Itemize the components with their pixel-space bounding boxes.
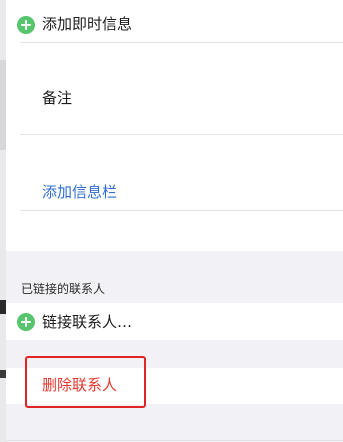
bottom-divider xyxy=(6,440,343,441)
linked-contacts-section-header: 已链接的联系人 xyxy=(6,251,343,303)
notes-row[interactable]: 备注 xyxy=(6,43,343,134)
add-instant-message-label: 添加即时信息 xyxy=(42,15,133,33)
link-contact-row[interactable]: 链接联系人… xyxy=(6,303,343,340)
bottom-group-background xyxy=(6,404,343,442)
add-green-plus-icon[interactable] xyxy=(17,313,35,331)
notes-label: 备注 xyxy=(42,89,73,107)
highlight-annotation-box xyxy=(25,356,146,408)
add-instant-message-row[interactable]: 添加即时信息 xyxy=(6,0,343,42)
add-field-link[interactable]: 添加信息栏 xyxy=(42,182,117,202)
link-contact-label: 链接联系人… xyxy=(42,313,133,331)
linked-contacts-section-title: 已链接的联系人 xyxy=(21,282,106,296)
add-green-plus-icon[interactable] xyxy=(17,16,35,34)
spacer xyxy=(6,211,343,251)
add-field-row[interactable]: 添加信息栏 xyxy=(6,135,343,210)
